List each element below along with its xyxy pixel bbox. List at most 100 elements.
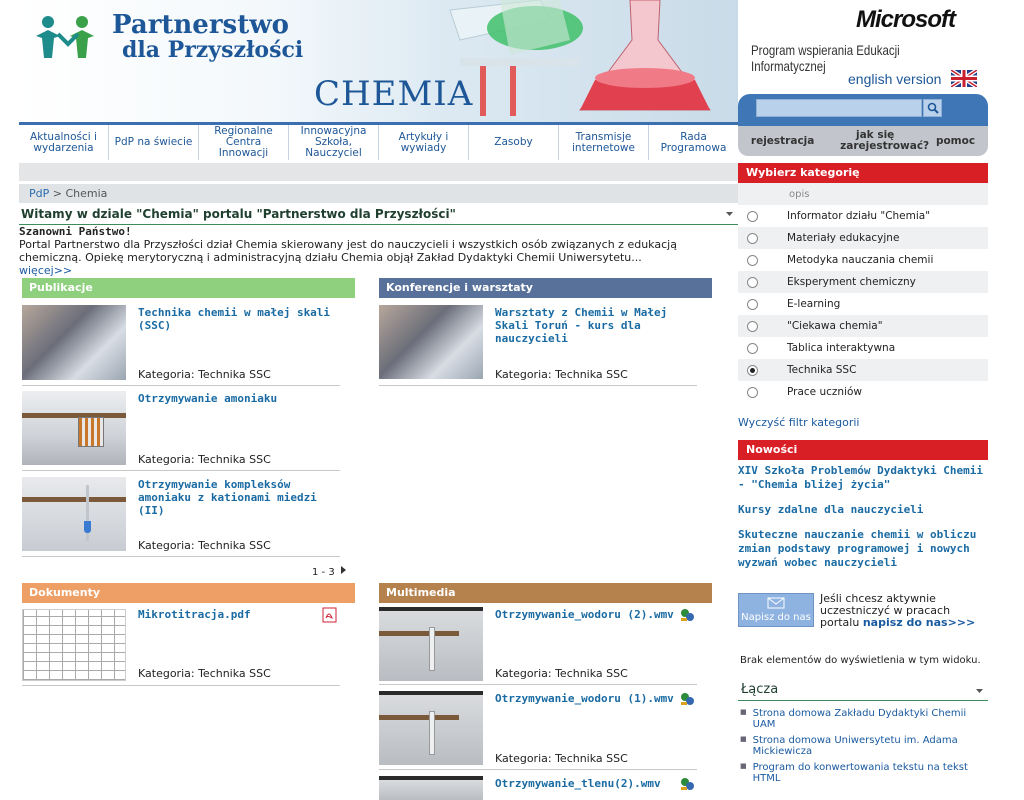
category-option[interactable]: Materiały edukacyjne [738, 227, 988, 249]
publication-thumbnail[interactable] [22, 391, 126, 465]
microsoft-program: Program wspierania Edukacji Informatyczn… [751, 42, 900, 74]
divider [22, 385, 340, 386]
video-title[interactable]: Otrzymywanie_tlenu(2).wmv [495, 777, 685, 790]
nav-item-resources[interactable]: Zasoby [469, 125, 559, 160]
register-link[interactable]: rejestracja [751, 135, 814, 147]
video-thumbnail[interactable] [379, 776, 483, 800]
category-option[interactable]: "Ciekawa chemia" [738, 315, 988, 337]
nav-item-program-council[interactable]: Rada Programowa [649, 125, 738, 160]
video-title[interactable]: Otrzymywanie_wodoru (1).wmv [495, 692, 675, 705]
welcome-greeting: Szanowni Państwo! [19, 225, 132, 238]
category-option[interactable]: Prace uczniów [738, 381, 988, 403]
category-column-label: opis [789, 188, 810, 200]
how-to-register-link[interactable]: jak się zarejestrować? [840, 130, 929, 152]
video-thumbnail[interactable] [379, 607, 483, 681]
radio-button[interactable] [747, 254, 758, 266]
conference-thumbnail[interactable] [379, 305, 483, 379]
radio-button[interactable] [747, 298, 758, 310]
news-header: Nowości [738, 440, 988, 460]
category-label: Technika SSC [787, 364, 857, 376]
links-header: Łącza [738, 682, 988, 701]
radio-button[interactable] [747, 276, 758, 288]
nav-item-innovation-centers[interactable]: Regionalne Centra Innowacji [199, 125, 289, 160]
search-button[interactable] [923, 99, 942, 117]
welcome-title: Witamy w dziale "Chemia" portalu "Partne… [19, 205, 738, 225]
divider [22, 685, 340, 686]
help-link[interactable]: pomoc [936, 135, 975, 147]
publication-title[interactable]: Technika chemii w małej skali (SSC) [138, 306, 338, 332]
radio-button[interactable] [747, 210, 758, 222]
video-category: Kategoria: Technika SSC [495, 667, 628, 680]
category-option[interactable]: E-learning [738, 293, 988, 315]
publication-title[interactable]: Otrzymywanie kompleksów amoniaku z katio… [138, 478, 338, 517]
divider [379, 769, 697, 770]
category-option[interactable]: Informator działu "Chemia" [738, 205, 988, 227]
publication-thumbnail[interactable] [22, 305, 126, 380]
write-to-us-label: Napisz do nas [741, 612, 811, 623]
category-option[interactable]: Metodyka nauczania chemii [738, 249, 988, 271]
divider [22, 470, 340, 471]
category-option[interactable]: Eksperyment chemiczny [738, 271, 988, 293]
video-thumbnail[interactable] [379, 691, 483, 765]
media-icon[interactable] [679, 691, 695, 707]
welcome-body: Szanowni Państwo! Portal Partnerstwo dla… [19, 225, 719, 277]
news-item[interactable]: XIV Szkoła Problemów Dydaktyki Chemii - … [738, 464, 990, 492]
document-thumbnail[interactable] [22, 609, 126, 681]
news-item[interactable]: Skuteczne nauczanie chemii w obliczu zmi… [738, 528, 990, 570]
nav-item-pdp-world[interactable]: PdP na świecie [109, 125, 199, 160]
breadcrumb-separator: > [52, 187, 62, 200]
publication-title[interactable]: Otrzymywanie amoniaku [138, 392, 338, 405]
conferences-header: Konferencje i warsztaty [379, 278, 712, 298]
category-option[interactable]: Tablica interaktywna [738, 337, 988, 359]
publication-thumbnail[interactable] [22, 477, 126, 551]
conference-title[interactable]: Warsztaty z Chemii w Małej Skali Toruń -… [495, 306, 695, 345]
brand-name-line2: dla Przyszłości [122, 37, 304, 63]
category-label: Prace uczniów [787, 386, 862, 398]
nav-item-innovative-school[interactable]: Innowacyjna Szkoła, Nauczyciel [289, 125, 379, 160]
links-item-link[interactable]: Program do konwertowania tekstu na tekst… [753, 762, 988, 784]
welcome-text: Portal Partnerstwo dla Przyszłości dział… [19, 238, 677, 264]
pdf-icon[interactable] [322, 607, 338, 623]
media-icon[interactable] [679, 607, 695, 623]
nav-item-webcasts[interactable]: Transmisje internetowe [559, 125, 649, 160]
chevron-down-icon[interactable] [726, 212, 733, 217]
pager: 1 - 3 [312, 567, 335, 578]
nav-item-articles[interactable]: Artykuły i wywiady [379, 125, 469, 160]
radio-button[interactable] [747, 342, 758, 354]
document-category: Kategoria: Technika SSC [138, 667, 271, 680]
publication-category: Kategoria: Technika SSC [138, 368, 271, 381]
category-option[interactable]: Technika SSC [738, 359, 988, 381]
category-label: E-learning [787, 298, 841, 310]
video-title[interactable]: Otrzymywanie_wodoru (2).wmv [495, 608, 675, 621]
links-item-link[interactable]: Strona domowa Uniwersytetu im. Adama Mic… [753, 735, 988, 757]
breadcrumb-root[interactable]: PdP [29, 187, 49, 200]
english-version-link[interactable]: english version [848, 71, 941, 87]
links-item-link[interactable]: Strona domowa Zakładu Dydaktyki Chemii U… [753, 708, 988, 730]
links-item[interactable]: ■ Program do konwertowania tekstu na teks… [740, 762, 988, 784]
radio-selected-dot [750, 367, 755, 373]
uk-flag-icon[interactable] [951, 70, 977, 87]
envelope-icon [767, 597, 785, 609]
publication-category: Kategoria: Technika SSC [138, 539, 271, 552]
category-label: Tablica interaktywna [787, 342, 896, 354]
chevron-down-icon[interactable] [976, 689, 983, 694]
document-title[interactable]: Mikrotitracja.pdf [138, 608, 318, 621]
write-to-us-button[interactable]: Napisz do nas [738, 593, 814, 627]
search-input[interactable] [756, 99, 922, 117]
links-item[interactable]: ■ Strona domowa Uniwersytetu im. Adama Mi… [740, 735, 988, 757]
breadcrumb-current: Chemia [65, 187, 108, 200]
more-link[interactable]: więcej>> [19, 264, 72, 277]
next-page-icon[interactable] [341, 566, 346, 574]
radio-button[interactable] [747, 386, 758, 398]
write-to-us-link[interactable]: napisz do nas>>> [863, 616, 975, 629]
media-icon[interactable] [679, 776, 695, 792]
nav-item-news[interactable]: Aktualności i wydarzenia [19, 125, 109, 160]
radio-button[interactable] [747, 364, 758, 376]
news-item[interactable]: Kursy zdalne dla nauczycieli [738, 503, 990, 517]
links-item[interactable]: ■ Strona domowa Zakładu Dydaktyki Chemii … [740, 708, 988, 730]
clear-filter-link[interactable]: Wyczyść filtr kategorii [738, 416, 859, 429]
radio-button[interactable] [747, 320, 758, 332]
radio-button[interactable] [747, 232, 758, 244]
contact-text: Jeśli chcesz aktywnie uczestniczyć w pra… [820, 593, 990, 629]
main-nav: Aktualności i wydarzenia PdP na świecie … [19, 122, 738, 160]
